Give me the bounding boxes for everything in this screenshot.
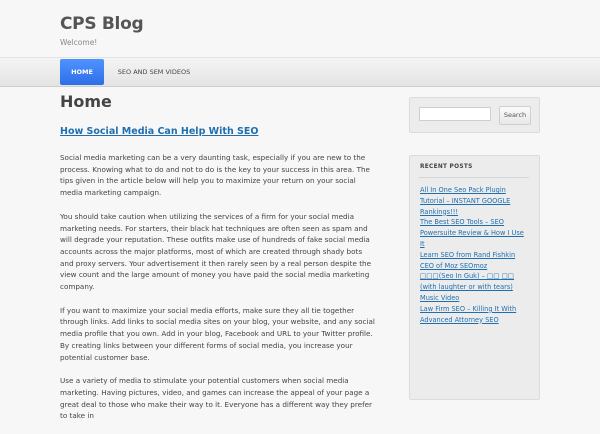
nav-item-home[interactable]: HOME <box>60 59 104 85</box>
page-title: Home <box>60 92 112 111</box>
recent-posts-title: RECENT POSTS <box>420 164 473 170</box>
search-button[interactable]: Search <box>499 106 531 125</box>
post-paragraph: Use a variety of media to stimulate your… <box>60 376 372 421</box>
nav-item-seo-and-sem-videos[interactable]: SEO AND SEM VIDEOS <box>114 60 194 84</box>
site-description: Welcome! <box>60 38 98 47</box>
site-title[interactable]: CPS Blog <box>60 14 144 34</box>
post-body: Social media marketing can be a very dau… <box>60 152 375 434</box>
post-paragraph: You should take caution when utilizing t… <box>60 211 371 292</box>
recent-post-link[interactable]: Law Firm SEO – Killing It With Advanced … <box>420 304 530 326</box>
search-input[interactable] <box>419 107 491 121</box>
divider <box>419 177 529 178</box>
post-paragraph: Social media marketing can be a very dau… <box>60 153 370 198</box>
main-nav: HOME SEO AND SEM VIDEOS <box>0 57 600 87</box>
recent-post-link[interactable]: □□□(Seo In Guk) – □□ □□ (with laughter o… <box>420 271 530 303</box>
post-paragraph: If you want to maximize your social medi… <box>60 305 375 362</box>
main-content: Home How Social Media Can Help With SEO … <box>60 92 375 420</box>
recent-post-link[interactable]: The Best SEO Tools – SEO Powersuite Revi… <box>420 217 530 249</box>
recent-posts-list: All In One Seo Pack Plugin Tutorial – IN… <box>420 185 530 325</box>
recent-post-link[interactable]: All In One Seo Pack Plugin Tutorial – IN… <box>420 185 530 217</box>
recent-post-link[interactable]: Learn SEO from Rand Fishkin CEO of Moz S… <box>420 250 530 272</box>
site-header: CPS Blog Welcome! <box>0 0 600 57</box>
post-title-link[interactable]: How Social Media Can Help With SEO <box>60 126 258 137</box>
recent-posts-widget: RECENT POSTS All In One Seo Pack Plugin … <box>409 155 540 400</box>
search-widget: Search <box>409 97 540 133</box>
